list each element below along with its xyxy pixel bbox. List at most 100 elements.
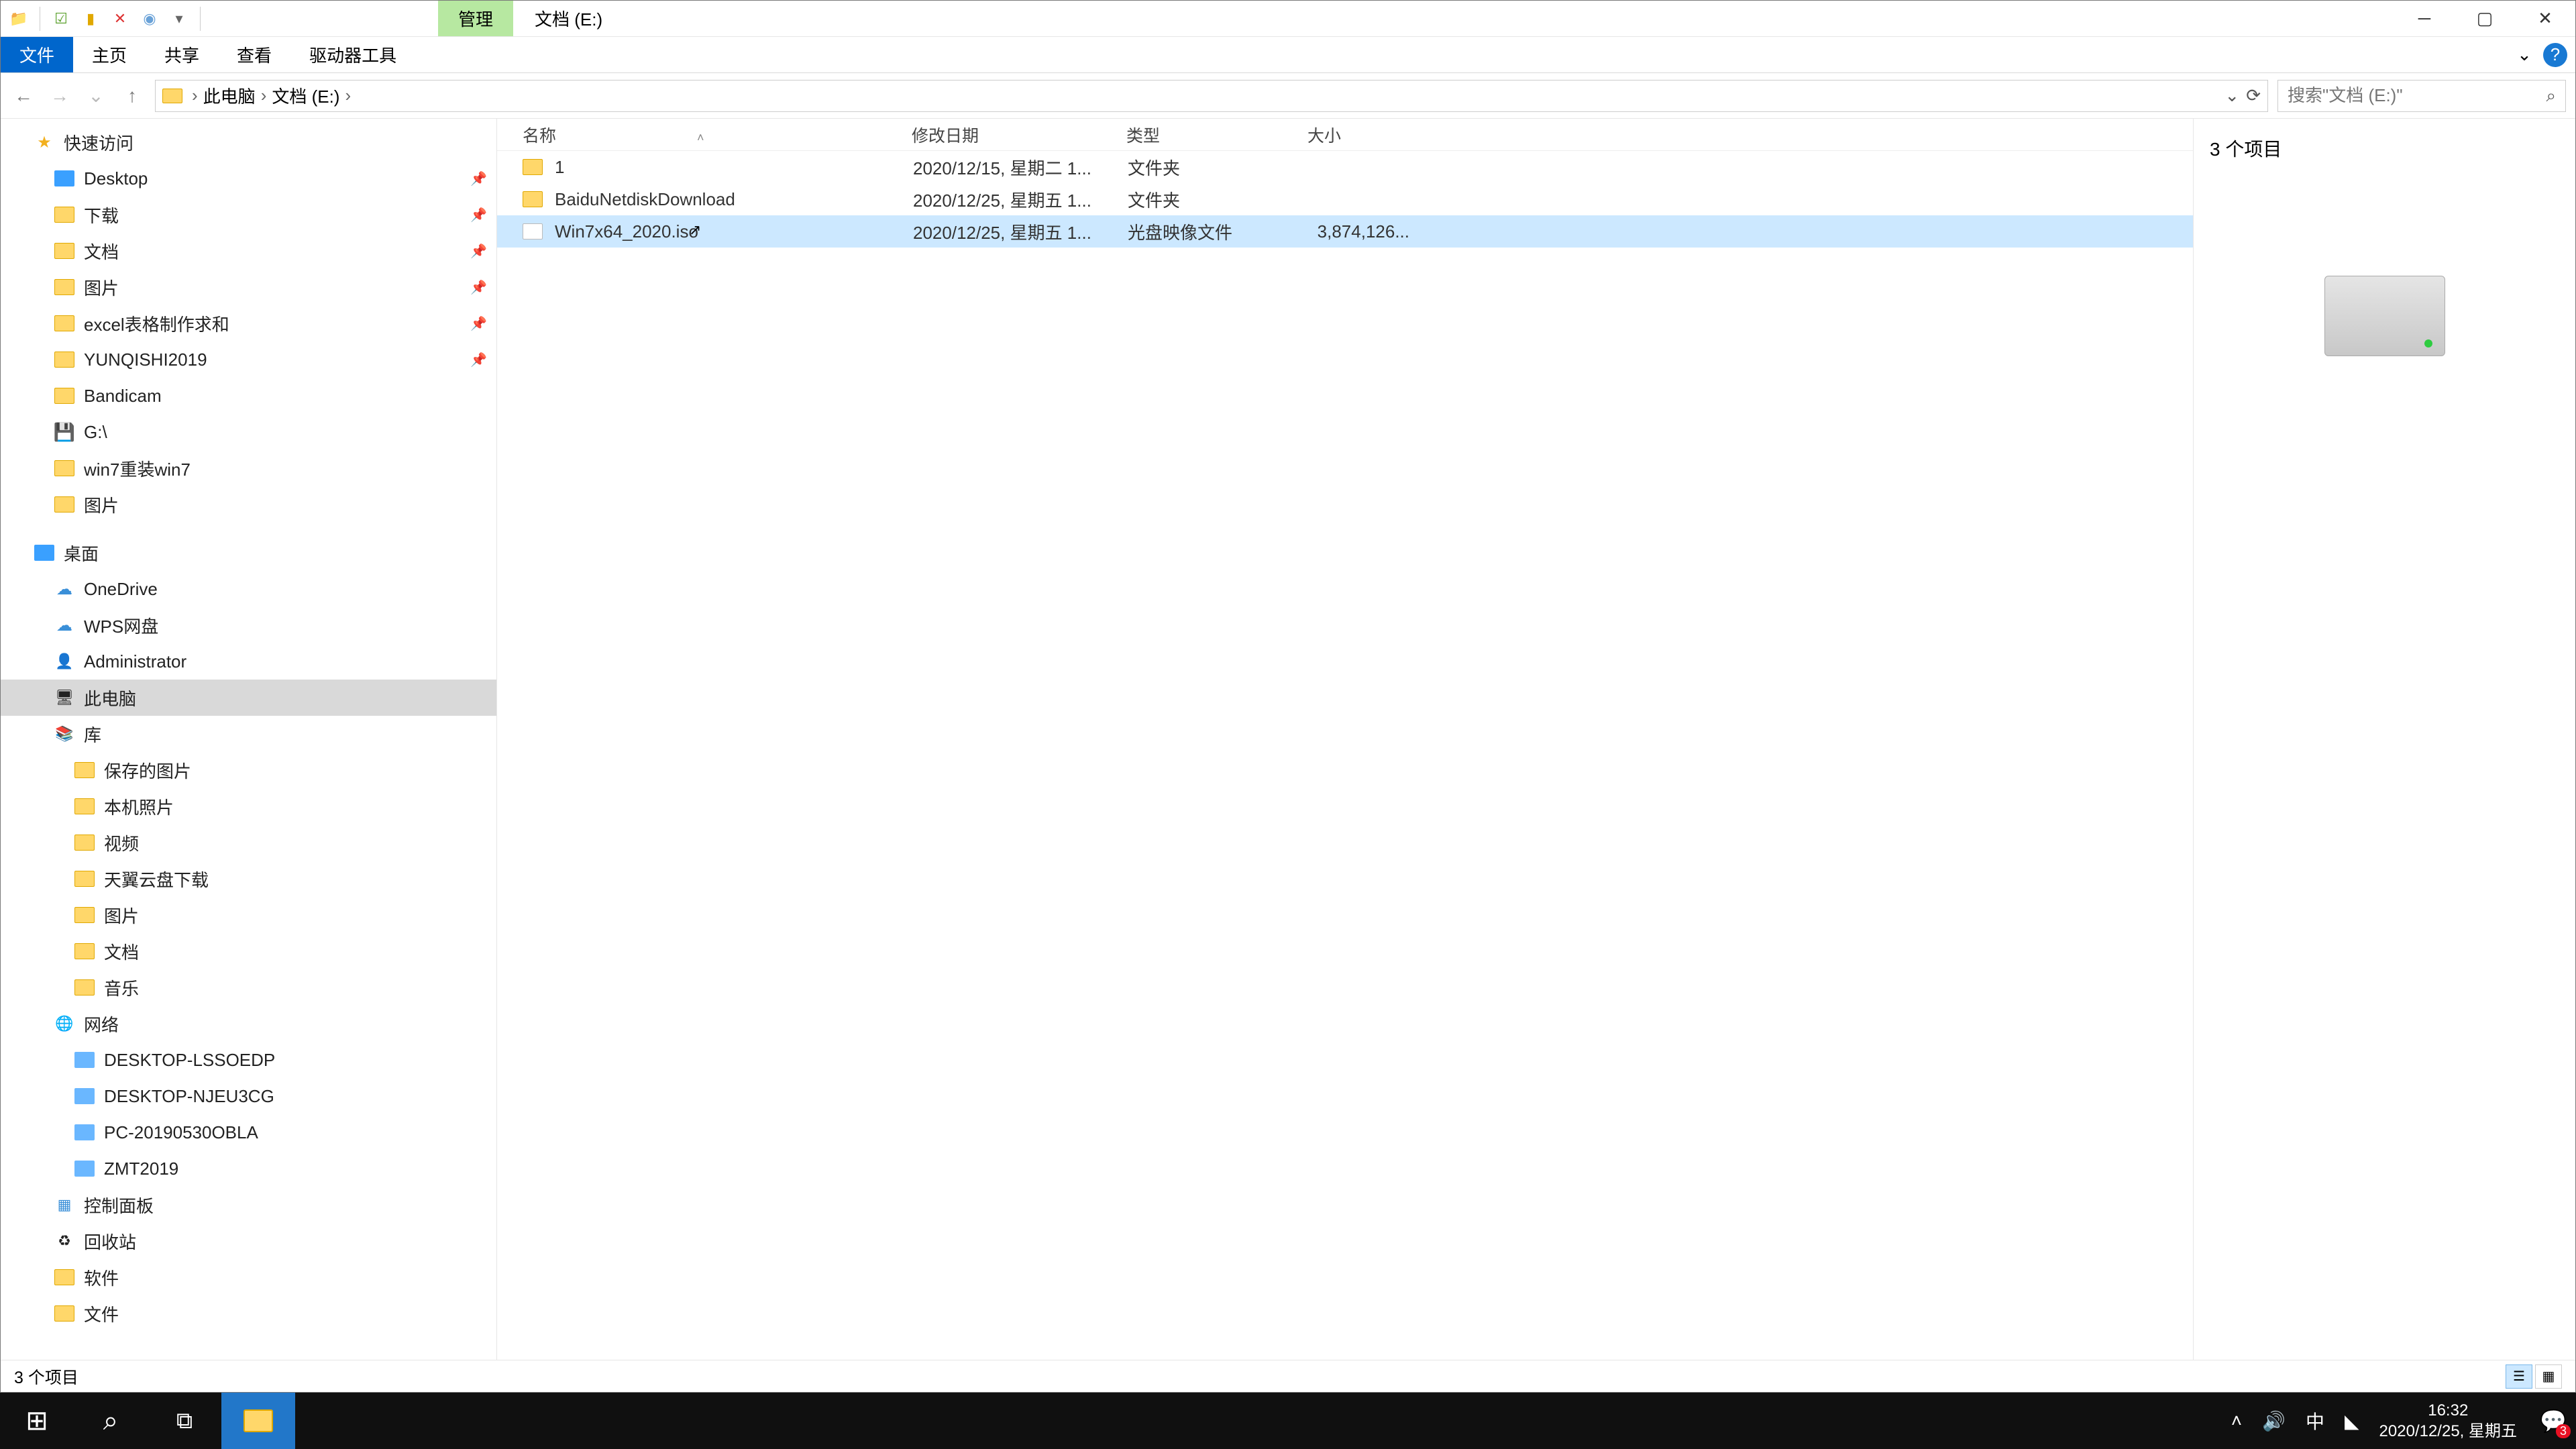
- file-name: BaiduNetdiskDownload: [555, 189, 913, 210]
- task-view-button[interactable]: [148, 1393, 221, 1449]
- forward-button[interactable]: →: [46, 83, 73, 109]
- qat-customize-icon[interactable]: ▾: [166, 6, 192, 32]
- qat-properties-icon[interactable]: ◉: [137, 6, 162, 32]
- nav-netpc3[interactable]: PC-20190530OBLA: [1, 1114, 496, 1150]
- nav-software[interactable]: 软件: [1, 1259, 496, 1295]
- file-date: 2020/12/25, 星期五 1...: [913, 219, 1128, 244]
- up-button[interactable]: ↑: [119, 83, 146, 109]
- column-header-size[interactable]: 大小: [1307, 123, 1421, 147]
- file-row[interactable]: Win7x64_2020.iso 2020/12/25, 星期五 1... 光盘…: [497, 215, 2193, 248]
- nav-netpc2[interactable]: DESKTOP-NJEU3CG: [1, 1078, 496, 1114]
- recycle-icon: [54, 1233, 74, 1249]
- folder-icon: [74, 762, 95, 778]
- nav-excel[interactable]: excel表格制作求和📌: [1, 305, 496, 341]
- notification-center-icon[interactable]: 💬3: [2537, 1405, 2569, 1437]
- nav-netpc1[interactable]: DESKTOP-LSSOEDP: [1, 1042, 496, 1078]
- nav-videos[interactable]: 视频: [1, 824, 496, 861]
- file-type: 文件夹: [1128, 187, 1309, 212]
- star-icon: [34, 134, 54, 150]
- column-header-name[interactable]: 名称˄: [523, 123, 912, 147]
- nav-network[interactable]: 网络: [1, 1006, 496, 1042]
- search-input[interactable]: [2288, 85, 2546, 106]
- breadcrumb-bar[interactable]: › 此电脑 › 文档 (E:) › ⌄ ⟳: [155, 80, 2268, 112]
- recent-dropdown-icon[interactable]: ⌄: [83, 83, 109, 109]
- desktop-icon: [54, 170, 74, 186]
- control-panel-icon: [54, 1197, 74, 1213]
- chevron-right-icon[interactable]: ›: [258, 85, 270, 106]
- nav-files[interactable]: 文件: [1, 1295, 496, 1332]
- file-row[interactable]: BaiduNetdiskDownload 2020/12/25, 星期五 1..…: [497, 183, 2193, 215]
- nav-netpc4[interactable]: ZMT2019: [1, 1150, 496, 1187]
- nav-saved-pictures[interactable]: 保存的图片: [1, 752, 496, 788]
- taskbar-explorer-button[interactable]: [221, 1393, 295, 1449]
- start-button[interactable]: [0, 1393, 74, 1449]
- nav-recycle-bin[interactable]: 回收站: [1, 1223, 496, 1259]
- nav-thispc[interactable]: 此电脑: [1, 680, 496, 716]
- breadcrumb-drive[interactable]: 文档 (E:): [272, 83, 339, 108]
- nav-wps[interactable]: WPS网盘: [1, 607, 496, 643]
- nav-libraries[interactable]: 库: [1, 716, 496, 752]
- context-tab-manage[interactable]: 管理: [438, 1, 513, 36]
- app-icon[interactable]: 📁: [6, 6, 32, 32]
- qat-checkbox-icon[interactable]: ☑: [48, 6, 74, 32]
- file-list[interactable]: 1 2020/12/15, 星期二 1... 文件夹 BaiduNetdiskD…: [497, 151, 2193, 1360]
- iso-file-icon: [523, 223, 543, 239]
- ribbon-tab-view[interactable]: 查看: [218, 37, 290, 72]
- folder-icon: [523, 159, 543, 175]
- maximize-button[interactable]: ▢: [2455, 1, 2515, 37]
- tray-app-icon[interactable]: ◣: [2345, 1410, 2359, 1432]
- minimize-button[interactable]: ─: [2394, 1, 2455, 37]
- folder-icon: [74, 798, 95, 814]
- nav-downloads[interactable]: 下载📌: [1, 197, 496, 233]
- nav-control-panel[interactable]: 控制面板: [1, 1187, 496, 1223]
- volume-icon[interactable]: 🔊: [2262, 1410, 2286, 1432]
- body: 快速访问 Desktop📌 下载📌 文档📌 图片📌 excel表格制作求和📌 Y…: [1, 119, 2575, 1360]
- nav-music[interactable]: 音乐: [1, 969, 496, 1006]
- nav-camera-roll[interactable]: 本机照片: [1, 788, 496, 824]
- nav-documents2[interactable]: 文档: [1, 933, 496, 969]
- view-details-button[interactable]: ☰: [2506, 1364, 2532, 1389]
- folder-icon: [54, 1269, 74, 1285]
- column-header-date[interactable]: 修改日期: [912, 123, 1126, 147]
- taskbar-search-button[interactable]: [74, 1393, 148, 1449]
- ribbon-expand-icon[interactable]: ⌄: [2512, 43, 2536, 67]
- nav-documents[interactable]: 文档📌: [1, 233, 496, 269]
- qat-delete-icon[interactable]: ✕: [107, 6, 133, 32]
- nav-bandicam[interactable]: Bandicam: [1, 378, 496, 414]
- nav-yunqishi[interactable]: YUNQISHI2019📌: [1, 341, 496, 378]
- nav-tianyi[interactable]: 天翼云盘下载: [1, 861, 496, 897]
- nav-admin[interactable]: Administrator: [1, 643, 496, 680]
- close-button[interactable]: ✕: [2515, 1, 2575, 37]
- ribbon-tab-file[interactable]: 文件: [1, 37, 73, 72]
- nav-desktop[interactable]: Desktop📌: [1, 160, 496, 197]
- column-header-type[interactable]: 类型: [1126, 123, 1307, 147]
- nav-pictures3[interactable]: 图片: [1, 897, 496, 933]
- history-dropdown-icon[interactable]: ⌄: [2224, 85, 2239, 106]
- nav-win7[interactable]: win7重装win7: [1, 450, 496, 486]
- nav-onedrive[interactable]: OneDrive: [1, 571, 496, 607]
- breadcrumb-thispc[interactable]: 此电脑: [203, 83, 256, 108]
- nav-quick-access[interactable]: 快速访问: [1, 124, 496, 160]
- search-icon[interactable]: ⌕: [2546, 85, 2556, 107]
- ribbon-tab-drive-tools[interactable]: 驱动器工具: [290, 37, 415, 72]
- refresh-icon[interactable]: ⟳: [2246, 85, 2261, 106]
- ime-indicator[interactable]: 中: [2306, 1407, 2324, 1434]
- nav-pictures[interactable]: 图片📌: [1, 269, 496, 305]
- tray-overflow-icon[interactable]: ˄: [2231, 1410, 2242, 1432]
- ribbon-tab-share[interactable]: 共享: [146, 37, 218, 72]
- view-thumbnails-button[interactable]: ▦: [2535, 1364, 2562, 1389]
- ribbon-tab-home[interactable]: 主页: [73, 37, 146, 72]
- chevron-right-icon[interactable]: ›: [342, 85, 354, 106]
- nav-desktop-root[interactable]: 桌面: [1, 535, 496, 571]
- file-row[interactable]: 1 2020/12/15, 星期二 1... 文件夹: [497, 151, 2193, 183]
- nav-pictures2[interactable]: 图片: [1, 486, 496, 523]
- pin-icon: 📌: [470, 315, 487, 332]
- qat-folder-icon[interactable]: ▮: [78, 6, 103, 32]
- back-button[interactable]: ←: [10, 83, 37, 109]
- pin-icon: 📌: [470, 279, 487, 296]
- chevron-right-icon[interactable]: ›: [189, 85, 201, 106]
- clock[interactable]: 16:32 2020/12/25, 星期五: [2379, 1400, 2517, 1442]
- help-icon[interactable]: ?: [2543, 43, 2567, 67]
- search-box[interactable]: ⌕: [2277, 80, 2566, 112]
- nav-g-drive[interactable]: 💾G:\: [1, 414, 496, 450]
